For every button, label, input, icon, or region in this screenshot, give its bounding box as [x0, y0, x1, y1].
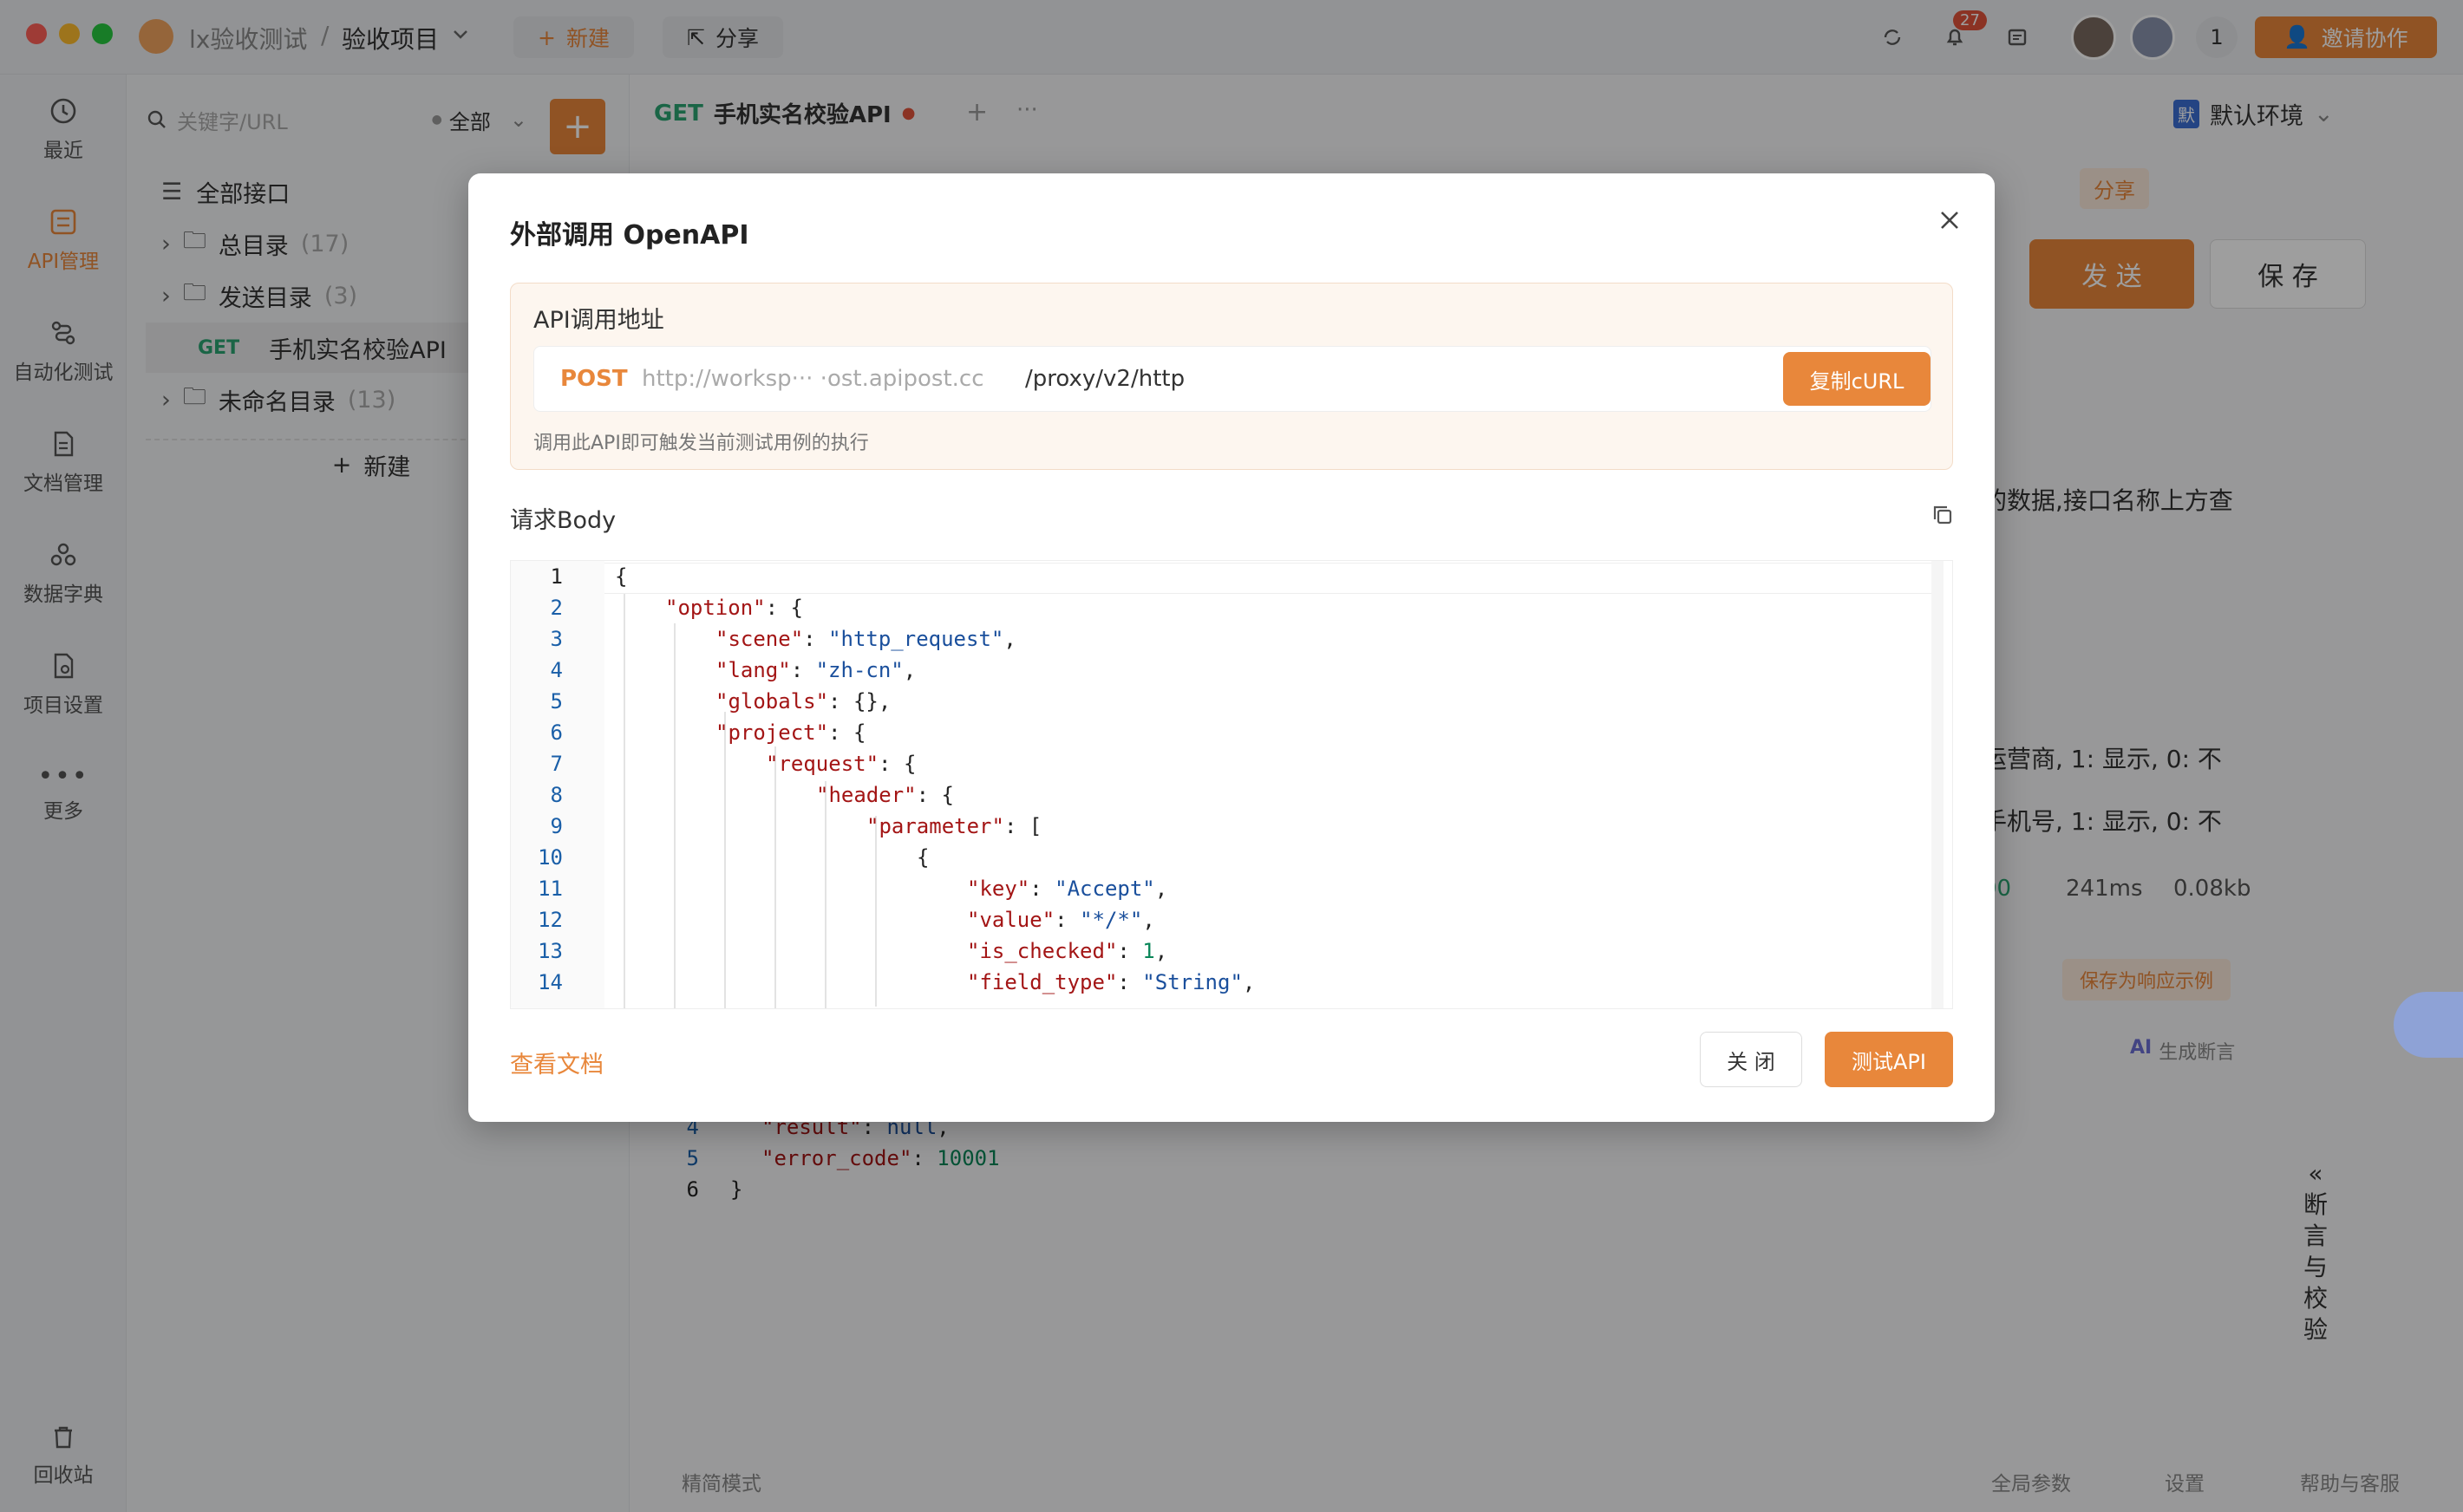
code-line: 13 "is_checked": 1, — [511, 935, 1916, 967]
close-icon[interactable] — [1936, 206, 1963, 234]
copy-curl-button[interactable]: 复制cURL — [1783, 352, 1931, 406]
view-docs-link[interactable]: 查看文档 — [510, 1046, 604, 1079]
code-line: 6 "project": { — [511, 717, 1916, 748]
line-number: 14 — [538, 970, 563, 994]
code-line: 12 "value": "*/*", — [511, 904, 1916, 935]
line-number: 4 — [550, 658, 563, 682]
code-line: 14 "field_type": "String", — [511, 967, 1916, 998]
code-line: 3 "scene": "http_request", — [511, 623, 1916, 655]
copy-icon[interactable] — [1931, 503, 1955, 527]
modal-title: 外部调用 OpenAPI — [510, 220, 749, 251]
scrollbar[interactable] — [1931, 561, 1944, 1008]
code-line: 9 "parameter": [ — [511, 811, 1916, 842]
method-label: POST — [560, 366, 628, 392]
code-lines: 1{2 "option": {3 "scene": "http_request", 4… — [511, 561, 1916, 998]
line-number: 6 — [550, 720, 563, 745]
line-number: 7 — [550, 752, 563, 776]
close-button[interactable]: 关 闭 — [1700, 1032, 1802, 1087]
hint-text: 调用此API即可触发当前测试用例的执行 — [533, 433, 869, 454]
line-number: 10 — [538, 845, 563, 870]
code-line: 11 "key": "Accept", — [511, 873, 1916, 904]
url-path: /proxy/v2/http — [1025, 366, 1186, 392]
body-title: 请求Body — [510, 507, 617, 534]
line-number: 9 — [550, 814, 563, 838]
line-number: 11 — [538, 877, 563, 901]
code-line: 4 "lang": "zh-cn", — [511, 655, 1916, 686]
line-number: 2 — [550, 596, 563, 620]
code-line: 5 "globals": {}, — [511, 686, 1916, 717]
assistant-float-button[interactable] — [2394, 992, 2463, 1058]
line-number: 13 — [538, 939, 563, 963]
code-line: 10{ — [511, 842, 1916, 873]
url-host: http://worksp··· ·ost.apipost.cc — [642, 366, 984, 392]
api-url-field[interactable]: POST http://worksp··· ·ost.apipost.cc /p… — [533, 346, 1931, 412]
line-number: 3 — [550, 627, 563, 651]
request-body-editor[interactable]: 1{2 "option": {3 "scene": "http_request", 4… — [510, 560, 1953, 1009]
line-number: 5 — [550, 689, 563, 714]
code-line: 2 "option": { — [511, 592, 1916, 623]
code-line: 7 "request": { — [511, 748, 1916, 779]
code-line: 1{ — [511, 561, 1916, 592]
api-address-section: API调用地址 POST http://worksp··· ·ost.apipo… — [510, 283, 1953, 470]
test-api-button[interactable]: 测试API — [1825, 1032, 1953, 1087]
line-number: 1 — [550, 564, 563, 589]
line-number: 8 — [550, 783, 563, 807]
openapi-modal: 外部调用 OpenAPI API调用地址 POST http://worksp·… — [468, 173, 1995, 1122]
code-line: 8 "header": { — [511, 779, 1916, 811]
section-title: API调用地址 — [533, 307, 664, 334]
line-number: 12 — [538, 908, 563, 932]
